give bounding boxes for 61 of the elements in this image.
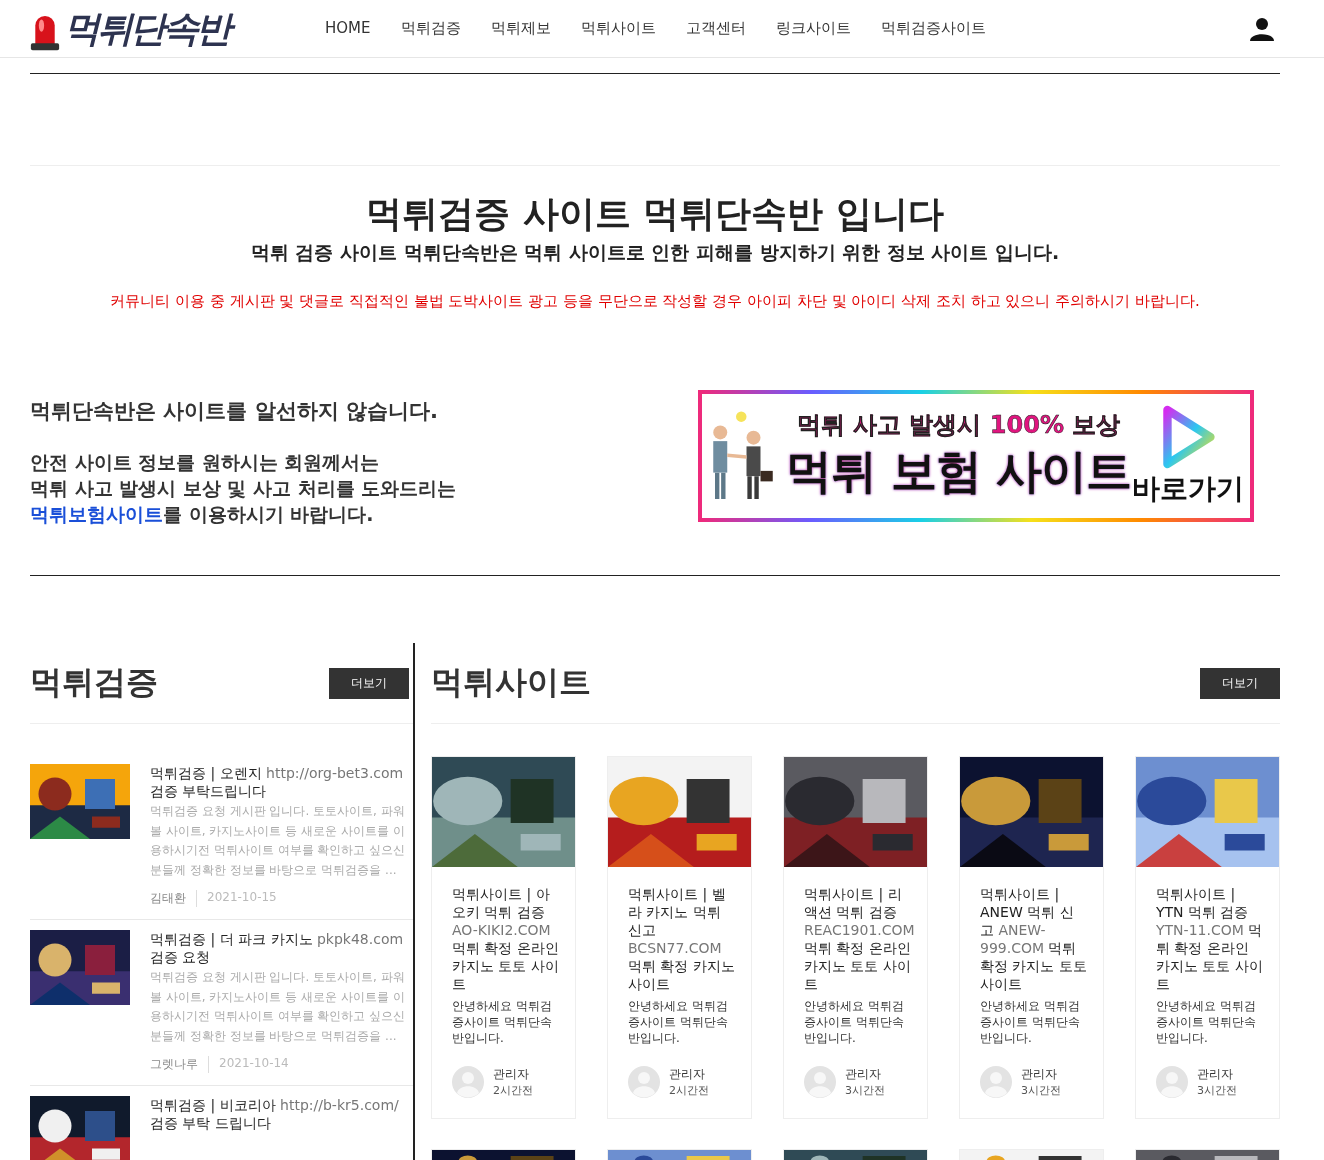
card-time: 3시간전 — [1021, 1083, 1061, 1098]
post-excerpt: 먹튀검증 요청 게시판 입니다. 토토사이트, 파워볼 사이트, 카지노사이트 등 새로운 사이트를 이용하시기전 먹튀사이트 여부를 확인하고 싶으신 분들께 정확한 정보를 바탕으로 먹튀검증을 ... — [150, 969, 407, 1045]
page-subtitle: 먹튀 검증 사이트 먹튀단속반은 먹튀 사이트로 인한 피해를 방지하기 위한 정보 사이트 입니다. — [249, 240, 1061, 265]
card-time: 2시간전 — [669, 1083, 709, 1098]
site-card[interactable]: 먹튀사이트 | 아오키 먹튀 검증 AO-KIKI2.COM 먹튀 확정 온라인 카지노 토토 사이트 안녕하세요 먹튀검증사이트 먹튀단속반입니다. 관리자 2시간전 — [431, 756, 576, 1119]
nav-link[interactable]: 먹튀검증사이트 — [880, 19, 986, 38]
card-excerpt: 안녕하세요 먹튀검증사이트 먹튀단속반입니다. — [452, 998, 553, 1046]
nav-link[interactable]: 먹튀사이트 — [580, 19, 656, 38]
avatar-icon — [1156, 1066, 1188, 1098]
more-button[interactable]: 더보기 — [1200, 667, 1280, 699]
card-title[interactable]: 먹튀사이트 | 아오키 먹튀 검증 AO-KIKI2.COM 먹튀 확정 온라인 카지노 토토 사이트 — [452, 885, 559, 993]
post-author: 김태환 — [150, 890, 197, 907]
nav-link[interactable]: 링크사이트 — [775, 19, 851, 38]
site-logo[interactable]: 먹튀단속반 — [62, 5, 237, 52]
post-date: 2021-10-14 — [218, 1056, 289, 1072]
card-title[interactable]: 먹튀사이트 | ANEW 먹튀 신고 ANEW-999.COM 먹튀 확정 카지노 토토 사이트 — [980, 885, 1087, 993]
card-author: 관리자 — [493, 1066, 530, 1083]
post-author: 그렛나루 — [150, 1056, 209, 1073]
card-excerpt: 안녕하세요 먹튀검증사이트 먹튀단속반입니다. — [628, 998, 729, 1046]
section-heading: 먹튀사이트 — [431, 662, 591, 703]
section-heading: 먹튀검증 — [30, 662, 158, 703]
banner-action: 바로가기 — [1132, 471, 1244, 507]
card-time: 3시간전 — [845, 1083, 885, 1098]
insurance-site-link[interactable]: 먹튀보험사이트 — [30, 503, 163, 525]
avatar-icon — [452, 1066, 484, 1098]
card-time: 3시간전 — [1197, 1083, 1237, 1098]
card-author: 관리자 — [1021, 1066, 1058, 1083]
card-excerpt: 안녕하세요 먹튀검증사이트 먹튀단속반입니다. — [804, 998, 905, 1046]
nav-link[interactable]: 고객센터 — [685, 19, 746, 38]
post-date: 2021-10-15 — [206, 890, 277, 906]
nav-link[interactable]: 먹튀검증 — [400, 19, 461, 38]
site-card[interactable]: 먹튀사이트 | YTN 먹튀 검증 YTN-11.COM 먹튀 확정 온라인 카지노 토토 사이트 안녕하세요 먹튀검증사이트 먹튀단속반입니다. 관리자 3시간전 — [1135, 756, 1280, 1119]
page-title: 먹튀검증 사이트 먹튀단속반 입니다 — [365, 192, 945, 236]
disclaimer-text: 먹튀단속반은 사이트를 알선하지 않습니다. — [30, 398, 439, 425]
card-title[interactable]: 먹튀사이트 | YTN 먹튀 검증 YTN-11.COM 먹튀 확정 온라인 카지노 토토 사이트 — [1156, 885, 1263, 993]
play-icon — [1160, 404, 1216, 470]
post-title[interactable]: 먹튀검증 | 더 파크 카지노 pkpk48.com 검증 요청 — [150, 930, 412, 966]
avatar-icon — [980, 1066, 1012, 1098]
post-title[interactable]: 먹튀검증 | 오렌지 http://org-bet3.com 검증 부탁드립니다 — [150, 764, 412, 800]
post-title[interactable]: 먹튀검증 | 비코리아 http://b-kr5.com/ 검증 부탁 드립니다 — [150, 1096, 412, 1132]
warning-notice: 커뮤니티 이용 중 게시판 및 댓글로 직접적인 불법 도박사이트 광고 등을 무단으로 작성할 경우 아이피 차단 및 아이디 삭제 조치 하고 있으니 주의하시기 바랍니다. — [109, 292, 1201, 311]
avatar-icon — [804, 1066, 836, 1098]
banner-headline: 먹튀 보험 사이트 — [786, 443, 1132, 500]
nav-link[interactable]: HOME — [325, 19, 371, 38]
site-card[interactable]: 먹튀사이트 | ANEW 먹튀 신고 ANEW-999.COM 먹튀 확정 카지노 토토 사이트 안녕하세요 먹튀검증사이트 먹튀단속반입니다. 관리자 3시간전 — [959, 756, 1104, 1119]
card-author: 관리자 — [1197, 1066, 1234, 1083]
site-card[interactable]: 먹튀사이트 | 벨라 카지노 먹튀 신고 BCSN77.COM 먹튀 확정 카지노 사이트 안녕하세요 먹튀검증사이트 먹튀단속반입니다. 관리자 2시간전 — [607, 756, 752, 1119]
banner-tagline: 먹튀 사고 발생시 100% 보상 — [796, 410, 1121, 441]
card-time: 2시간전 — [493, 1083, 533, 1098]
avatar-icon — [628, 1066, 660, 1098]
card-title[interactable]: 먹튀사이트 | 벨라 카지노 먹튀 신고 BCSN77.COM 먹튀 확정 카지노 사이트 — [628, 885, 735, 993]
user-icon[interactable] — [1250, 16, 1274, 41]
card-excerpt: 안녕하세요 먹튀검증사이트 먹튀단속반입니다. — [1156, 998, 1257, 1046]
post-excerpt: 먹튀검증 요청 게시판 입니다. 토토사이트, 파워볼 사이트, 카지노사이트 등 새로운 사이트를 이용하시기전 먹튀사이트 여부를 확인하고 싶으신 분들께 정확한 정보를 바탕으로 먹튀검증을 ... — [150, 803, 407, 879]
site-card[interactable]: 먹튀사이트 | 리액션 먹튀 검증 REAC1901.COM 먹튀 확정 온라인 카지노 토토 사이트 안녕하세요 먹튀검증사이트 먹튀단속반입니다. 관리자 3시간전 — [783, 756, 928, 1119]
card-author: 관리자 — [669, 1066, 706, 1083]
card-author: 관리자 — [845, 1066, 882, 1083]
guide-paragraph: 안전 사이트 정보를 원하시는 회원께서는 먹튀 사고 발생시 보상 및 사고 처리를 도와드리는 먹튀보험사이트를 이용하시기 바랍니다. — [30, 450, 457, 527]
nav-link[interactable]: 먹튀제보 — [490, 19, 551, 38]
more-button[interactable]: 더보기 — [329, 667, 409, 699]
card-excerpt: 안녕하세요 먹튀검증사이트 먹튀단속반입니다. — [980, 998, 1081, 1046]
